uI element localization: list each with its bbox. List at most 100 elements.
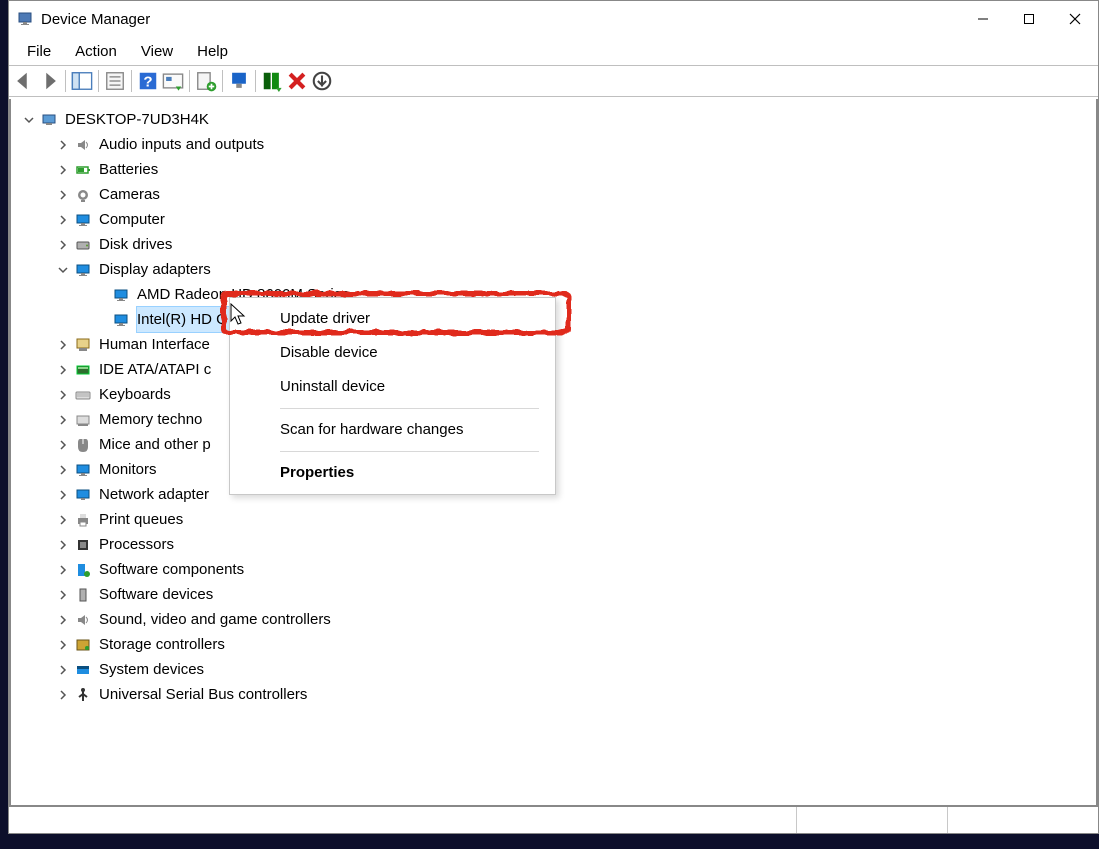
update-driver-button[interactable] bbox=[195, 70, 217, 92]
ctx-properties[interactable]: Properties bbox=[230, 456, 555, 490]
chevron-down-icon[interactable] bbox=[55, 262, 71, 278]
disk-icon bbox=[73, 236, 93, 254]
chevron-right-icon[interactable] bbox=[55, 612, 71, 628]
tree-category-label: Computer bbox=[99, 207, 165, 232]
chevron-right-icon[interactable] bbox=[55, 137, 71, 153]
toolbar-sep bbox=[65, 70, 66, 92]
storage-icon bbox=[73, 636, 93, 654]
enable-device-button[interactable] bbox=[261, 70, 283, 92]
chevron-right-icon[interactable] bbox=[55, 662, 71, 678]
ctx-disable-device[interactable]: Disable device bbox=[230, 336, 555, 370]
tree-category[interactable]: Cameras bbox=[15, 182, 1092, 207]
chevron-right-icon[interactable] bbox=[55, 512, 71, 528]
ctx-update-driver[interactable]: Update driver bbox=[230, 302, 555, 336]
chevron-right-icon[interactable] bbox=[55, 387, 71, 403]
chevron-right-icon[interactable] bbox=[55, 237, 71, 253]
properties-button[interactable] bbox=[104, 70, 126, 92]
tree-category[interactable]: Sound, video and game controllers bbox=[15, 607, 1092, 632]
chevron-right-icon[interactable] bbox=[55, 162, 71, 178]
hid-icon bbox=[73, 336, 93, 354]
close-button[interactable] bbox=[1052, 4, 1098, 34]
app-icon bbox=[17, 11, 33, 27]
tree-category-label: Software components bbox=[99, 557, 244, 582]
audio-icon bbox=[73, 136, 93, 154]
tree-category[interactable]: Software devices bbox=[15, 582, 1092, 607]
tree-category[interactable]: Display adapters bbox=[15, 257, 1092, 282]
tree-category[interactable]: Disk drives bbox=[15, 232, 1092, 257]
tree-category[interactable]: Processors bbox=[15, 532, 1092, 557]
monitor-icon bbox=[73, 211, 93, 229]
minimize-button[interactable] bbox=[960, 4, 1006, 34]
tree-category[interactable]: Audio inputs and outputs bbox=[15, 132, 1092, 157]
ctx-uninstall-device[interactable]: Uninstall device bbox=[230, 370, 555, 404]
tree-category[interactable]: Print queues bbox=[15, 507, 1092, 532]
swdev-icon bbox=[73, 586, 93, 604]
chevron-right-icon[interactable] bbox=[55, 562, 71, 578]
ide-icon bbox=[73, 361, 93, 379]
context-menu: Update driver Disable device Uninstall d… bbox=[229, 297, 556, 495]
chevron-right-icon[interactable] bbox=[55, 637, 71, 653]
tree-category-label: Mice and other p bbox=[99, 432, 211, 457]
keyboard-icon bbox=[73, 386, 93, 404]
tree-category-label: Memory techno bbox=[99, 407, 202, 432]
chevron-right-icon[interactable] bbox=[55, 212, 71, 228]
disable-device-button[interactable] bbox=[228, 70, 250, 92]
menu-action[interactable]: Action bbox=[63, 39, 129, 64]
back-button[interactable] bbox=[13, 70, 35, 92]
show-hide-console-tree-button[interactable] bbox=[71, 70, 93, 92]
chevron-right-icon[interactable] bbox=[55, 362, 71, 378]
chevron-right-icon[interactable] bbox=[55, 537, 71, 553]
tree-category-label: Storage controllers bbox=[99, 632, 225, 657]
add-legacy-hardware-button[interactable] bbox=[311, 70, 333, 92]
tree-category[interactable]: System devices bbox=[15, 657, 1092, 682]
help-button[interactable]: ? bbox=[137, 70, 159, 92]
maximize-button[interactable] bbox=[1006, 4, 1052, 34]
tree-category-label: Processors bbox=[99, 532, 174, 557]
menu-view[interactable]: View bbox=[129, 39, 185, 64]
monitor-icon bbox=[73, 261, 93, 279]
tree-category[interactable]: Computer bbox=[15, 207, 1092, 232]
tree-category-label: Cameras bbox=[99, 182, 160, 207]
mouse-icon bbox=[73, 436, 93, 454]
menu-help[interactable]: Help bbox=[185, 39, 240, 64]
chevron-right-icon[interactable] bbox=[55, 587, 71, 603]
memory-icon bbox=[73, 411, 93, 429]
chevron-right-icon[interactable] bbox=[55, 487, 71, 503]
chevron-right-icon[interactable] bbox=[55, 462, 71, 478]
tree-category-label: System devices bbox=[99, 657, 204, 682]
menu-file[interactable]: File bbox=[15, 39, 63, 64]
tree-category-label: Monitors bbox=[99, 457, 157, 482]
battery-icon bbox=[73, 161, 93, 179]
chevron-right-icon[interactable] bbox=[55, 412, 71, 428]
tree-category[interactable]: Batteries bbox=[15, 157, 1092, 182]
forward-button[interactable] bbox=[38, 70, 60, 92]
toolbar-sep bbox=[98, 70, 99, 92]
tree-category-label: Software devices bbox=[99, 582, 213, 607]
camera-icon bbox=[73, 186, 93, 204]
tree-root[interactable]: DESKTOP-7UD3H4K bbox=[15, 107, 1092, 132]
titlebar[interactable]: Device Manager bbox=[9, 1, 1098, 37]
chevron-right-icon[interactable] bbox=[55, 187, 71, 203]
chevron-right-icon[interactable] bbox=[55, 337, 71, 353]
tree-category[interactable]: Universal Serial Bus controllers bbox=[15, 682, 1092, 707]
tree-category-label: Universal Serial Bus controllers bbox=[99, 682, 307, 707]
usb-icon bbox=[73, 686, 93, 704]
chevron-down-icon[interactable] bbox=[21, 112, 37, 128]
tree-device-label: Intel(R) HD G bbox=[137, 307, 232, 332]
chevron-right-icon[interactable] bbox=[55, 687, 71, 703]
uninstall-device-button[interactable] bbox=[286, 70, 308, 92]
device-tree-pane[interactable]: DESKTOP-7UD3H4KAudio inputs and outputsB… bbox=[9, 99, 1098, 807]
tree-root-label: DESKTOP-7UD3H4K bbox=[65, 107, 209, 132]
tree-category[interactable]: Software components bbox=[15, 557, 1092, 582]
tree-category-label: IDE ATA/ATAPI c bbox=[99, 357, 211, 382]
tree-category-label: Disk drives bbox=[99, 232, 172, 257]
tree-category-label: Audio inputs and outputs bbox=[99, 132, 264, 157]
tree-category-label: Batteries bbox=[99, 157, 158, 182]
tree-category[interactable]: Storage controllers bbox=[15, 632, 1092, 657]
scan-hardware-button[interactable] bbox=[162, 70, 184, 92]
tree-category-label: Human Interface bbox=[99, 332, 210, 357]
ctx-scan-hardware[interactable]: Scan for hardware changes bbox=[230, 413, 555, 447]
chevron-right-icon[interactable] bbox=[55, 437, 71, 453]
swcomp-icon bbox=[73, 561, 93, 579]
window-title: Device Manager bbox=[41, 11, 150, 28]
